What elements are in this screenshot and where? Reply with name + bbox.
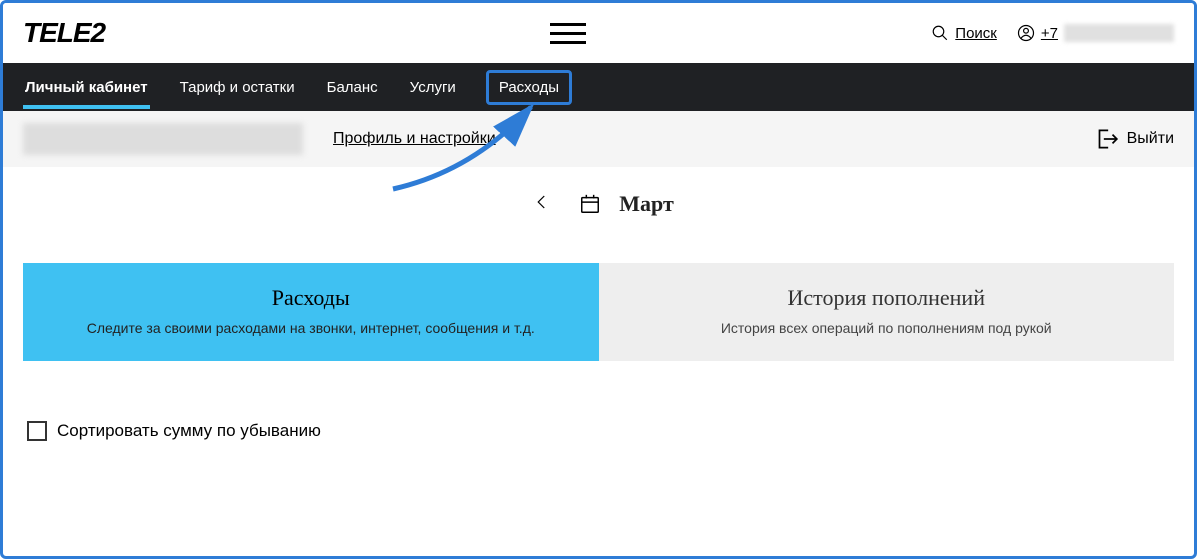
month-label: Март (619, 191, 674, 217)
user-account-link[interactable]: +7 (1017, 24, 1174, 42)
profile-settings-link[interactable]: Профиль и настройки (333, 130, 496, 148)
tab-expenses-title: Расходы (41, 285, 581, 311)
tab-expenses[interactable]: Расходы Следите за своими расходами на з… (23, 263, 599, 361)
nav-balance[interactable]: Баланс (325, 67, 380, 108)
sort-desc-label: Сортировать сумму по убыванию (57, 421, 321, 441)
tab-history-desc: История всех операций по пополнениям под… (617, 319, 1157, 339)
logout-icon (1093, 126, 1119, 152)
nav-expenses[interactable]: Расходы (486, 70, 572, 105)
search-icon (931, 24, 949, 42)
redacted-user-name (23, 123, 303, 155)
chevron-left-icon (533, 193, 551, 211)
search-button[interactable]: Поиск (931, 24, 997, 42)
main-nav: Личный кабинет Тариф и остатки Баланс Ус… (3, 63, 1194, 111)
sort-desc-checkbox[interactable] (27, 421, 47, 441)
tab-history[interactable]: История пополнений История всех операций… (599, 263, 1175, 361)
calendar-icon (579, 193, 601, 215)
month-prev-button[interactable] (523, 185, 561, 223)
tab-history-title: История пополнений (617, 285, 1157, 311)
user-icon (1017, 24, 1035, 42)
user-phone-prefix: +7 (1041, 25, 1058, 42)
redacted-phone (1064, 24, 1174, 42)
nav-tariff[interactable]: Тариф и остатки (178, 67, 297, 108)
hamburger-menu-icon[interactable] (550, 23, 586, 44)
logout-label: Выйти (1127, 130, 1174, 148)
tab-expenses-desc: Следите за своими расходами на звонки, и… (41, 319, 581, 339)
month-selector: Март (3, 167, 1194, 233)
nav-services[interactable]: Услуги (408, 67, 458, 108)
nav-personal-cabinet[interactable]: Личный кабинет (23, 67, 150, 108)
logout-button[interactable]: Выйти (1093, 126, 1174, 152)
brand-logo[interactable]: TELE2 (23, 17, 105, 49)
search-label: Поиск (955, 25, 997, 42)
